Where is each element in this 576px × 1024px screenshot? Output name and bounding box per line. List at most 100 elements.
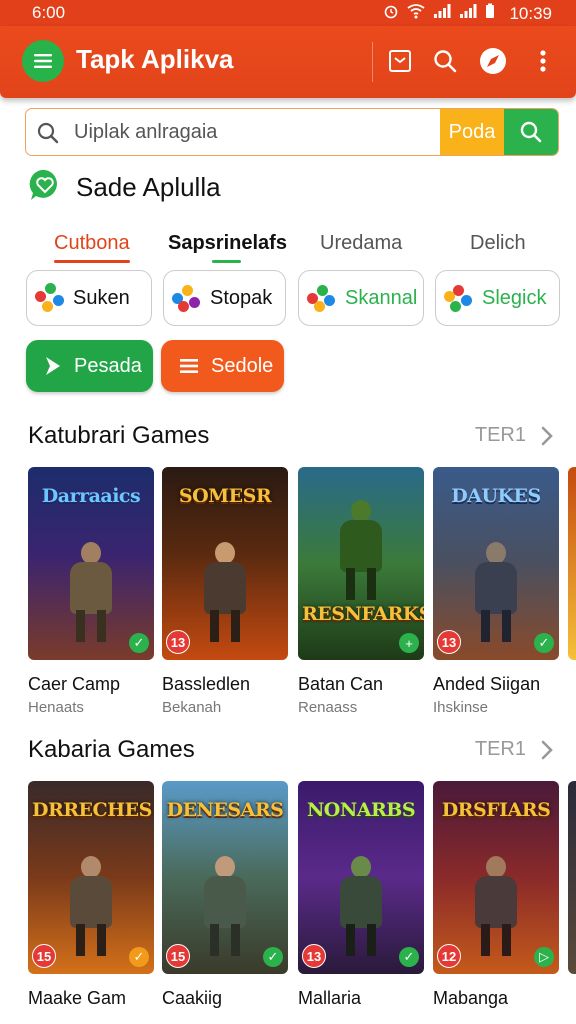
age-rating-badge: 15	[32, 944, 56, 968]
character-figure	[200, 856, 250, 956]
game-card[interactable]: RESNFARKS + Batan Can Renaass	[298, 467, 424, 716]
tab-cutbona[interactable]: Cutbona	[54, 232, 130, 263]
tab-label: Delich	[470, 232, 526, 254]
game-cover: SOMESR 13	[162, 467, 288, 660]
cover-title: SOMESR	[178, 485, 272, 507]
chip-skannal[interactable]: Skannal	[298, 270, 424, 326]
cover-title: DENESARS	[166, 799, 284, 821]
hamburger-icon	[34, 54, 52, 68]
game-cover: DAUKES 13 ✓	[433, 467, 559, 660]
game-card-peek[interactable]	[568, 781, 576, 974]
sedole-button[interactable]: Sedole	[161, 340, 284, 392]
tab-label: Cutbona	[54, 232, 130, 254]
menu-button[interactable]	[22, 40, 64, 82]
verified-icon: ✓	[263, 947, 283, 967]
chip-stopak[interactable]: Stopak	[163, 270, 286, 326]
game-card[interactable]: DENESARS 15 ✓ Caakiig	[162, 781, 288, 1009]
inbox-button[interactable]	[385, 46, 415, 76]
game-card[interactable]: NONARBS 13 ✓ Mallaria	[298, 781, 424, 1009]
age-rating-badge: 12	[437, 944, 461, 968]
search-go-button[interactable]: Poda	[440, 109, 504, 155]
chevron-right-icon[interactable]	[540, 425, 554, 452]
game-card[interactable]: DRRECHES 15 ✓ Maake Gam	[28, 781, 154, 1009]
see-more-link[interactable]: TER1	[475, 424, 526, 447]
game-publisher: Bekanah	[162, 699, 222, 716]
status-time: 6:00	[32, 3, 66, 22]
search-icon	[434, 50, 457, 73]
button-label: Pesada	[74, 354, 142, 377]
chip-label: Skannal	[345, 286, 418, 309]
chip-slegick[interactable]: Slegick	[435, 270, 560, 326]
character-figure	[66, 856, 116, 956]
explore-button[interactable]	[478, 46, 508, 76]
cover-title: DRRECHES	[32, 799, 152, 821]
more-options-button[interactable]	[528, 46, 558, 76]
tab-delich[interactable]: Delich	[470, 232, 526, 255]
app-dots-icon	[307, 283, 337, 313]
section-title: Kabaria Games	[28, 736, 195, 763]
character-figure	[471, 542, 521, 642]
app-dots-icon	[172, 283, 202, 313]
age-rating-badge: 13	[302, 944, 326, 968]
app-dots-icon	[444, 283, 474, 313]
character-figure	[336, 500, 386, 600]
status-clock: 10:39	[509, 3, 552, 23]
filter-chips: Suken Stopak Skannal Slegick	[26, 270, 560, 326]
game-card[interactable]: DRSFIARS 12 ▷ Mabanga	[433, 781, 559, 1009]
game-card[interactable]: DAUKES 13 ✓ Anded Siigan Ihskinse	[433, 467, 559, 716]
tab-uredama[interactable]: Uredama	[320, 232, 402, 255]
game-cover: DENESARS 15 ✓	[162, 781, 288, 974]
game-cover: Darraaics ✓	[28, 467, 154, 660]
cover-title: NONARBS	[306, 799, 416, 821]
status-icons: 10:39	[383, 3, 552, 24]
tab-label: Uredama	[320, 232, 403, 254]
search-submit-button[interactable]	[504, 109, 558, 155]
tab-sapsrinelafs[interactable]: Sapsrinelafs	[168, 232, 287, 263]
chip-label: Slegick	[482, 286, 547, 309]
alarm-icon	[383, 3, 399, 24]
featured-header[interactable]: Sade Aplulla	[28, 168, 221, 207]
see-more-link[interactable]: TER1	[475, 738, 526, 761]
game-name: Caer Camp	[28, 674, 121, 694]
game-cover: DRRECHES 15 ✓	[28, 781, 154, 974]
section-title: Katubrari Games	[28, 422, 210, 449]
age-rating-badge: 15	[166, 944, 190, 968]
verified-icon: ✓	[129, 633, 149, 653]
game-name: Caakiig	[162, 988, 223, 1008]
games-row: DRRECHES 15 ✓ Maake Gam DENESARS 15 ✓ Ca…	[28, 781, 576, 1024]
inbox-icon	[389, 50, 411, 72]
chip-suken[interactable]: Suken	[26, 270, 152, 326]
cover-title: DRSFIARS	[441, 799, 551, 821]
verified-icon: ✓	[129, 947, 149, 967]
cover-title: RESNFARKS	[302, 603, 424, 625]
menu-lines-icon	[180, 359, 198, 373]
appbar-divider	[372, 42, 373, 82]
game-name: Maake Gam	[28, 988, 127, 1008]
character-figure	[66, 542, 116, 642]
game-publisher: Ihskinse	[433, 699, 489, 716]
compass-icon	[480, 48, 506, 74]
game-cover: NONARBS 13 ✓	[298, 781, 424, 974]
search-button[interactable]	[430, 46, 460, 76]
signal-icon-2	[459, 3, 477, 24]
tab-underline	[54, 260, 130, 263]
app-dots-icon	[35, 283, 65, 313]
game-name: Mallaria	[298, 988, 362, 1008]
age-rating-badge: 13	[166, 630, 190, 654]
play-arrow-icon	[46, 357, 60, 375]
wifi-icon	[407, 3, 425, 24]
cover-title: Darraaics	[41, 485, 141, 507]
search-input[interactable]	[74, 109, 454, 155]
game-cover	[568, 781, 576, 974]
chip-label: Stopak	[210, 286, 273, 309]
game-cover: RESNFARKS +	[298, 467, 424, 660]
game-card[interactable]: Darraaics ✓ Caer Camp Henaats	[28, 467, 154, 716]
button-label: Sedole	[211, 354, 274, 377]
game-card[interactable]: SOMESR 13 Bassledlen Bekanah	[162, 467, 288, 716]
section-header: Katubrari Games TER1	[28, 420, 558, 454]
chip-label: Suken	[73, 286, 130, 309]
status-bar: 6:00 10:39	[0, 0, 576, 26]
pesada-button[interactable]: Pesada	[26, 340, 153, 392]
chevron-right-icon[interactable]	[540, 739, 554, 766]
game-card-peek[interactable]	[568, 467, 576, 660]
